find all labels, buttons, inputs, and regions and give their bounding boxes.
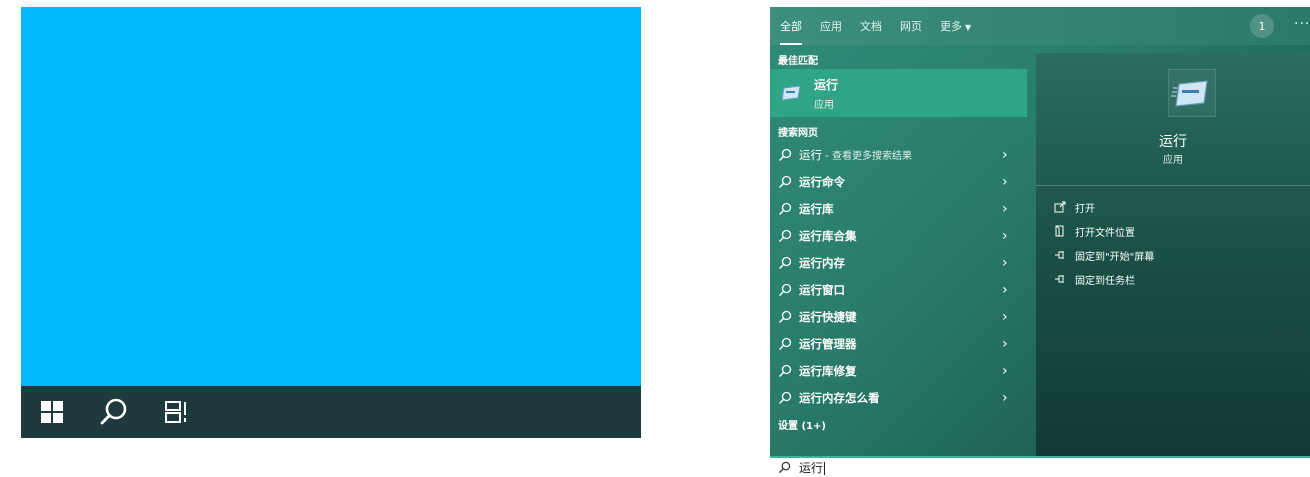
- settings-heading[interactable]: 设置 (1+): [778, 417, 826, 432]
- web-result-row[interactable]: 运行 - 查看更多搜索结果 ›: [770, 141, 1027, 168]
- open-icon: [1054, 201, 1066, 213]
- more-options-icon[interactable]: ···: [1294, 16, 1310, 32]
- search-icon: [779, 148, 792, 161]
- web-result-row[interactable]: 运行快捷键 ›: [770, 303, 1027, 330]
- action-pin-taskbar-label: 固定到任务栏: [1075, 275, 1135, 287]
- web-search-heading: 搜索网页: [778, 128, 818, 139]
- chevron-right-icon[interactable]: ›: [1002, 336, 1008, 352]
- taskbar: [21, 386, 641, 438]
- best-match-heading: 最佳匹配: [778, 56, 818, 67]
- search-tabs-bar: 全部 应用 文档 网页 更多 ▼ 1 ···: [770, 7, 1310, 45]
- search-icon: [779, 256, 792, 269]
- preview-icon-frame: [1168, 69, 1216, 117]
- web-result-row[interactable]: 运行命令 ›: [770, 168, 1027, 195]
- chevron-right-icon[interactable]: ›: [1002, 255, 1008, 271]
- web-result-text: 运行管理器: [799, 336, 857, 351]
- run-app-icon: [1171, 80, 1208, 107]
- web-result-row[interactable]: 运行内存怎么看 ›: [770, 384, 1027, 411]
- chevron-right-icon[interactable]: ›: [1002, 390, 1008, 406]
- web-result-row[interactable]: 运行窗口 ›: [770, 276, 1027, 303]
- search-icon: [779, 391, 792, 404]
- chevron-right-icon[interactable]: ›: [1002, 282, 1008, 298]
- pin-icon: [1055, 251, 1064, 259]
- rewards-badge[interactable]: 1: [1250, 14, 1274, 38]
- text-cursor: [824, 462, 826, 475]
- preview-title: 运行: [1159, 134, 1187, 150]
- task-view-button[interactable]: [145, 386, 207, 438]
- windows-start-icon: [41, 401, 63, 423]
- run-app-icon: [781, 85, 801, 101]
- web-result-row[interactable]: 运行内存 ›: [770, 249, 1027, 276]
- action-open-file-location[interactable]: 打开文件位置: [1054, 221, 1135, 241]
- start-search-panel: 全部 应用 文档 网页 更多 ▼ 1 ··· 最佳匹配 运行 应用 搜索网页 运行…: [770, 7, 1310, 456]
- action-pin-start[interactable]: 固定到"开始"屏幕: [1054, 245, 1154, 265]
- search-input[interactable]: 运行: [799, 459, 826, 476]
- web-result-text: 运行命令: [799, 174, 845, 189]
- preview-divider: [1036, 185, 1310, 186]
- search-icon: [779, 175, 792, 188]
- search-icon: [779, 364, 792, 377]
- web-result-row[interactable]: 运行库 ›: [770, 195, 1027, 222]
- results-list: 最佳匹配 运行 应用 搜索网页 运行 - 查看更多搜索结果 › 运行命令 › 运…: [770, 45, 1027, 456]
- action-pin-taskbar[interactable]: 固定到任务栏: [1054, 269, 1135, 289]
- web-result-text: 运行库合集: [799, 228, 857, 243]
- action-open-label: 打开: [1075, 203, 1095, 215]
- web-result-text: 运行: [799, 147, 822, 162]
- web-result-row[interactable]: 运行库合集 ›: [770, 222, 1027, 249]
- web-result-text: 运行窗口: [799, 282, 845, 297]
- search-icon: [778, 461, 791, 474]
- chevron-right-icon[interactable]: ›: [1002, 174, 1008, 190]
- search-icon: [779, 229, 792, 242]
- web-result-row[interactable]: 运行管理器 ›: [770, 330, 1027, 357]
- web-result-text: 运行快捷键: [799, 309, 857, 324]
- web-result-text: 运行库: [799, 201, 834, 216]
- tab-all[interactable]: 全部: [780, 14, 802, 45]
- best-match-subtitle: 应用: [814, 99, 834, 111]
- chevron-right-icon[interactable]: ›: [1002, 147, 1008, 163]
- tab-web[interactable]: 网页: [900, 14, 922, 38]
- tab-apps[interactable]: 应用: [820, 14, 842, 38]
- search-icon: [779, 337, 792, 350]
- web-result-text: 运行内存: [799, 255, 845, 270]
- web-result-text: 运行内存怎么看: [799, 390, 880, 405]
- caret-down-icon: ▼: [965, 23, 972, 32]
- search-icon: [779, 310, 792, 323]
- search-query-text: 运行: [799, 461, 824, 475]
- search-icon: [779, 283, 792, 296]
- web-result-text: 运行库修复: [799, 363, 857, 378]
- action-pin-start-label: 固定到"开始"屏幕: [1075, 251, 1155, 263]
- preview-subtitle: 应用: [1163, 155, 1183, 166]
- tab-more[interactable]: 更多 ▼: [940, 14, 971, 38]
- pin-icon: [1055, 275, 1064, 283]
- file-location-icon: [1055, 225, 1064, 237]
- web-result-suffix: - 查看更多搜索结果: [822, 150, 912, 162]
- search-icon: [779, 202, 792, 215]
- web-result-row[interactable]: 运行库修复 ›: [770, 357, 1027, 384]
- action-open[interactable]: 打开: [1054, 197, 1095, 217]
- action-open-file-location-label: 打开文件位置: [1075, 227, 1135, 239]
- start-button[interactable]: [21, 386, 83, 438]
- task-view-icon: [165, 401, 186, 423]
- tab-documents[interactable]: 文档: [860, 14, 882, 38]
- best-match-item[interactable]: 运行 应用: [770, 69, 1027, 117]
- chevron-right-icon[interactable]: ›: [1002, 309, 1008, 325]
- chevron-right-icon[interactable]: ›: [1002, 228, 1008, 244]
- search-box[interactable]: 运行: [770, 456, 1310, 477]
- search-icon: [100, 398, 127, 425]
- chevron-right-icon[interactable]: ›: [1002, 363, 1008, 379]
- best-match-title: 运行: [814, 77, 839, 92]
- preview-pane: 运行 应用 打开 打开文件位置 固定到"开始"屏幕 固定到任务栏: [1036, 53, 1310, 456]
- desktop-background: [21, 7, 641, 438]
- taskbar-search-button[interactable]: [83, 386, 145, 438]
- chevron-right-icon[interactable]: ›: [1002, 201, 1008, 217]
- tab-more-label: 更多: [940, 20, 962, 33]
